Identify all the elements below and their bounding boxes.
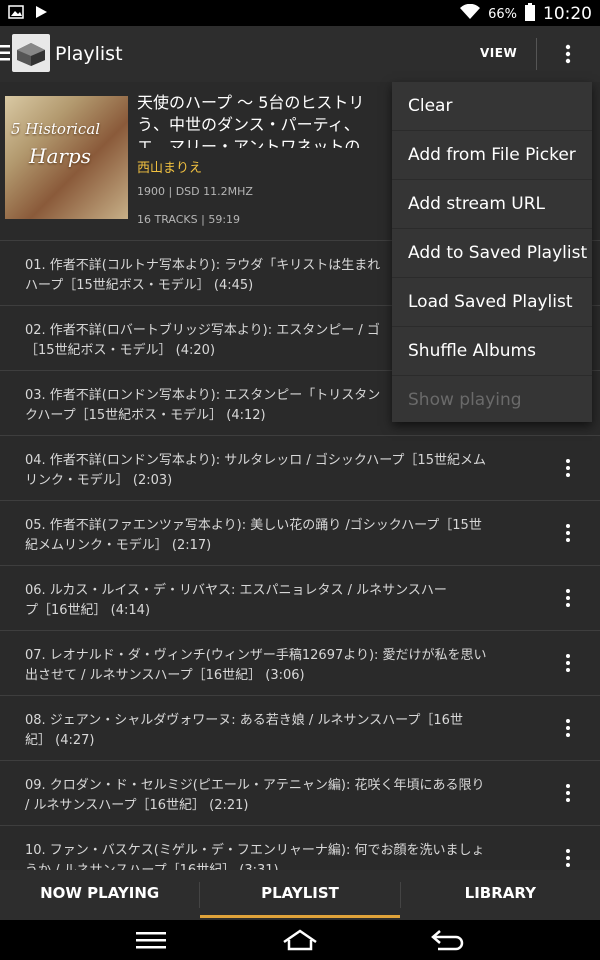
- track-more-icon[interactable]: [562, 846, 574, 870]
- status-bar: 66% 10:20: [0, 0, 600, 26]
- track-more-icon[interactable]: [562, 521, 574, 545]
- album-format-info: 1900 | DSD 11.2MHZ: [137, 185, 253, 198]
- track-more-icon[interactable]: [562, 651, 574, 675]
- track-more-icon[interactable]: [562, 586, 574, 610]
- battery-percent: 66%: [488, 6, 517, 22]
- menu-item-add-from-file-picker[interactable]: Add from File Picker: [392, 131, 592, 180]
- drawer-menu-icon[interactable]: [0, 44, 10, 66]
- menu-item-load-saved-playlist[interactable]: Load Saved Playlist: [392, 278, 592, 327]
- overflow-dropdown-menu: Clear Add from File Picker Add stream UR…: [392, 82, 592, 422]
- track-more-icon[interactable]: [562, 716, 574, 740]
- system-nav-bar: [0, 920, 600, 960]
- overflow-menu-icon[interactable]: [560, 42, 576, 66]
- album-track-summary: 16 TRACKS | 59:19: [137, 213, 241, 226]
- toolbar-divider: [536, 38, 537, 70]
- tab-library[interactable]: LIBRARY: [401, 870, 600, 920]
- track-title: 10. ファン・バスケス(ミゲル・デ・フエンリャーナ編): 何でお顔を洗いましょ…: [25, 843, 485, 870]
- menu-item-show-playing: Show playing: [408, 390, 522, 410]
- page-title: Playlist: [55, 43, 123, 65]
- track-title: 09. クロダン・ド・セルミジ(ピエール・アテニャン編): 花咲く年頃にある限り…: [25, 778, 485, 813]
- track-more-icon[interactable]: [562, 456, 574, 480]
- track-more-icon[interactable]: [562, 781, 574, 805]
- track-row[interactable]: 09. クロダン・ド・セルミジ(ピエール・アテニャン編): 花咲く年頃にある限り…: [0, 760, 600, 825]
- tab-now-playing[interactable]: NOW PLAYING: [0, 870, 199, 920]
- image-notification-icon: [8, 5, 24, 23]
- album-title: 天使のハープ ～ 5台のヒストリ う、中世のダンス・パーティ、 エ、マリー・アン…: [137, 93, 365, 148]
- album-artist: 西山まりえ: [137, 161, 203, 176]
- track-title: 05. 作者不詳(ファエンツァ写本より): 美しい花の踊り /ゴシックハープ［1…: [25, 518, 482, 553]
- track-row[interactable]: 06. ルカス・ルイス・デ・リバヤス: エスパニョレタス / ルネサンスハー プ…: [0, 565, 600, 630]
- album-art[interactable]: 5 Historical Harps: [5, 96, 128, 219]
- track-title: 04. 作者不詳(ロンドン写本より): サルタレッロ / ゴシックハープ［15世…: [25, 453, 486, 488]
- view-button[interactable]: VIEW: [480, 46, 517, 60]
- bottom-tab-bar: NOW PLAYING PLAYLIST LIBRARY: [0, 870, 600, 920]
- menu-item-add-to-saved-playlist[interactable]: Add to Saved Playlist: [392, 229, 592, 278]
- track-row[interactable]: 04. 作者不詳(ロンドン写本より): サルタレッロ / ゴシックハープ［15世…: [0, 435, 600, 500]
- tab-playlist[interactable]: PLAYLIST: [200, 870, 400, 920]
- app-logo[interactable]: [12, 34, 50, 72]
- album-art-text-2: Harps: [29, 144, 91, 168]
- track-row[interactable]: 05. 作者不詳(ファエンツァ写本より): 美しい花の踊り /ゴシックハープ［1…: [0, 500, 600, 565]
- track-row[interactable]: 10. ファン・バスケス(ミゲル・デ・フエンリャーナ編): 何でお顔を洗いましょ…: [0, 825, 600, 870]
- track-row[interactable]: 08. ジェアン・シャルダヴォワーヌ: ある若き娘 / ルネサンスハープ［16世…: [0, 695, 600, 760]
- track-title: 07. レオナルド・ダ・ヴィンチ(ウィンザー手稿12697より): 愛だけが私を…: [25, 648, 487, 683]
- track-row[interactable]: 07. レオナルド・ダ・ヴィンチ(ウィンザー手稿12697より): 愛だけが私を…: [0, 630, 600, 695]
- track-title: 08. ジェアン・シャルダヴォワーヌ: ある若き娘 / ルネサンスハープ［16世…: [25, 713, 463, 748]
- back-icon[interactable]: [430, 928, 466, 952]
- clock: 10:20: [543, 4, 592, 24]
- album-art-text-1: 5 Historical: [11, 120, 101, 138]
- app-bar: Playlist VIEW: [0, 26, 600, 82]
- menu-item-add-stream-url[interactable]: Add stream URL: [392, 180, 592, 229]
- home-icon[interactable]: [282, 928, 318, 952]
- recent-apps-icon[interactable]: [135, 928, 167, 952]
- menu-item-shuffle-albums[interactable]: Shuffle Albums: [392, 327, 592, 376]
- wifi-icon: [460, 3, 481, 24]
- track-title: 06. ルカス・ルイス・デ・リバヤス: エスパニョレタス / ルネサンスハー プ…: [25, 583, 447, 618]
- play-notification-icon: [34, 5, 48, 23]
- menu-item-clear[interactable]: Clear: [392, 82, 592, 131]
- battery-icon: [525, 3, 535, 25]
